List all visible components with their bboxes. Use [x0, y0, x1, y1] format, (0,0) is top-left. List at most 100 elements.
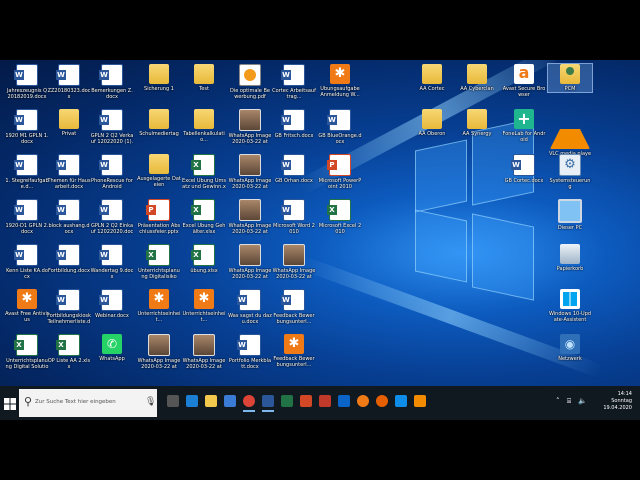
desktop-icon[interactable]: Wandertag 9.docx: [90, 244, 134, 280]
desktop-icon[interactable]: Avast Secure Browser: [502, 64, 546, 98]
desktop-icon[interactable]: Microsoft Excel 2010: [318, 199, 362, 235]
word-file-icon: [99, 199, 123, 221]
taskbar-excel-button[interactable]: [279, 393, 295, 411]
desktop-icon[interactable]: WhatsApp Image 2020-03-22 at 2...: [228, 154, 272, 190]
taskbar-teamviewer-button[interactable]: [393, 393, 409, 411]
desktop-icon[interactable]: Jahreszeugnis Q 20182019.docx: [5, 64, 49, 100]
taskbar-firefox-button[interactable]: [374, 393, 390, 411]
taskbar-avast-button[interactable]: [355, 393, 371, 411]
desktop-icon[interactable]: GPLN 2 Q2 Verkauf 12022020 (1).docx: [90, 109, 134, 145]
word-file-icon: [99, 109, 123, 131]
desktop-icon[interactable]: Ausgelagerte Dateien: [137, 154, 181, 188]
desktop-icon[interactable]: Tabellenkalkulatio...: [182, 109, 226, 143]
show-hidden-icons-chevron-icon[interactable]: ˄: [556, 397, 560, 405]
taskbar-word-button[interactable]: [260, 393, 276, 412]
desktop-icon[interactable]: ZZ20180323.docx: [47, 64, 91, 100]
desktop-icon[interactable]: WhatsApp Image 2020-03-22 at 2...: [137, 334, 181, 370]
desktop-icon[interactable]: Themen für Hausarbeit.docx: [47, 154, 91, 190]
desktop-icon[interactable]: Privat: [47, 109, 91, 137]
taskbar-edge-button[interactable]: [184, 393, 200, 411]
desktop-icon[interactable]: FoneLab for Android: [502, 109, 546, 143]
desktop-icon[interactable]: Bemerkungen Z.docx: [90, 64, 134, 100]
desktop-icon[interactable]: Webinar.docx: [90, 289, 134, 319]
desktop-icon[interactable]: Portfolio Merkblatt.docx: [228, 334, 272, 370]
desktop-icon[interactable]: AA Synergy: [455, 109, 499, 137]
network-icon[interactable]: ⌸: [567, 397, 571, 406]
desktop-icon[interactable]: WhatsApp Image 2020-03-22 at 2...: [228, 199, 272, 235]
desktop-icon[interactable]: Systemsteuerung: [548, 154, 592, 190]
desktop-icon[interactable]: 1920 M1 GPLN 1.docx: [5, 109, 49, 145]
windows-logo-icon: [4, 398, 16, 410]
desktop-icon[interactable]: PCM: [547, 63, 593, 93]
desktop-icon[interactable]: AA Cyberclan: [455, 64, 499, 92]
desktop-icon[interactable]: AA Cortec: [410, 64, 454, 92]
desktop-icon[interactable]: 1920-D1 GPLN 2.docx: [5, 199, 49, 235]
desktop-icon[interactable]: Netzwerk: [548, 334, 592, 362]
desktop-icon[interactable]: GPLN 2 Q2 Einkauf 12022020.docx: [90, 199, 134, 235]
desktop-icon[interactable]: GB Cortec.docx: [502, 154, 546, 184]
taskbar-mail-button[interactable]: [336, 393, 352, 411]
desktop-icon-label: Die optimale Bewerbung.pdf: [230, 88, 270, 100]
taskbar-powerpoint-button[interactable]: [298, 393, 314, 411]
desktop-icon[interactable]: Dieser PC: [548, 199, 592, 231]
desktop-icon[interactable]: Unterrichtsplanung Digital Solutio: [5, 334, 49, 370]
desktop-icon[interactable]: übung.xlsx: [182, 244, 226, 274]
desktop-icon[interactable]: Präsentation Abschlussfeier.pptx: [137, 199, 181, 235]
microphone-icon[interactable]: 🎙: [145, 397, 156, 407]
taskbar-store-button[interactable]: [222, 393, 238, 411]
folder-file-icon: [194, 109, 214, 129]
desktop-icon[interactable]: GB Fritsch.docx: [272, 109, 316, 139]
start-button[interactable]: [4, 395, 18, 410]
desktop-icon[interactable]: Excel Übung Umsatz und Gewinn.xlsx: [182, 154, 226, 190]
word-file-icon: [281, 154, 305, 176]
desktop-icon[interactable]: Avast Free Antivirus: [5, 289, 49, 323]
desktop-icon[interactable]: WhatsApp Image 2020-03-22 at 2...: [272, 244, 316, 280]
volume-icon[interactable]: 🔈: [578, 397, 587, 405]
desktop-icon[interactable]: OP Liste AA 2.xlsx: [47, 334, 91, 370]
desktop-icon[interactable]: Microsoft PowerPoint 2010: [318, 154, 362, 190]
search-input[interactable]: ⚲ Zur Suche Text hier eingeben 🎙: [19, 389, 157, 417]
desktop-icon[interactable]: Excel Übung Gehälter.xlsx: [182, 199, 226, 235]
desktop-icon[interactable]: WhatsApp Image 2020-03-22 at 2...: [228, 244, 272, 280]
desktop-icon[interactable]: Kenn Liste KA.docx: [5, 244, 49, 280]
taskbar-task-view-button[interactable]: [165, 393, 181, 411]
desktop-icon[interactable]: WhatsApp: [90, 334, 134, 362]
desktop-icon[interactable]: 1. Stegreifaufgabe.d...: [5, 154, 49, 190]
excel-file-icon: [191, 154, 215, 176]
taskbar-chrome-button[interactable]: [241, 393, 257, 412]
folder-file-icon: [149, 109, 169, 129]
desktop-icon[interactable]: Windows 10-Update-Assistent: [548, 289, 592, 323]
desktop-icon-label: AA Synergy: [462, 131, 492, 137]
desktop-icon[interactable]: Test: [182, 64, 226, 92]
desktop-icon[interactable]: Übungsaufgabe Anmeldung W...: [318, 64, 362, 98]
desktop-icon[interactable]: Schulmediertag: [137, 109, 181, 137]
desktop-icon[interactable]: WhatsApp Image 2020-03-22 at 2...: [182, 334, 226, 370]
desktop-icon[interactable]: Microsoft Word 2010: [272, 199, 316, 235]
desktop-icon[interactable]: Unterrichtsplanung Digitalisiko: [137, 244, 181, 280]
desktop-icon[interactable]: Papierkorb: [548, 244, 592, 272]
desktop-icon[interactable]: Sicherung 1: [137, 64, 181, 92]
desktop-icon[interactable]: GB Orhan.docx: [272, 154, 316, 184]
desktop-icon[interactable]: PhoneRescue for Android: [90, 154, 134, 190]
desktop-icon[interactable]: Feedback Bewerbungsunterl...: [272, 289, 316, 325]
desktop-icon[interactable]: AA Oberon: [410, 109, 454, 137]
desktop-icon[interactable]: Unterrichtseinheit...: [182, 289, 226, 323]
desktop-icon[interactable]: Cortec Arbeitsauftrag...: [272, 64, 316, 100]
desktop-icon[interactable]: Fortbildung.docx: [47, 244, 91, 274]
taskbar-explorer-button[interactable]: [203, 393, 219, 411]
desktop-icon-label: Webinar.docx: [95, 313, 129, 319]
desktop-icon[interactable]: Unterrichtseinheit...: [137, 289, 181, 323]
desktop-icon[interactable]: Was sagst du dazu.docx: [228, 289, 272, 325]
desktop-icon[interactable]: GB BlueOrange.docx: [318, 109, 362, 145]
desktop-icon[interactable]: Fortbildungskiosk Teilnehmerliste.docx: [47, 289, 91, 325]
desktop-icon[interactable]: Die optimale Bewerbung.pdf: [228, 64, 272, 100]
taskbar-pdf-reader-button[interactable]: [317, 393, 333, 411]
avast-file-icon: [17, 289, 37, 309]
desktop-icon[interactable]: WhatsApp Image 2020-03-22 at 2...: [228, 109, 272, 145]
desktop-icon-label: WhatsApp Image 2020-03-22 at 2...: [228, 268, 272, 280]
desktop-icon[interactable]: Feedback Bewerbungsunterl...: [272, 334, 316, 368]
desktop-icon[interactable]: block aushang.docx: [47, 199, 91, 235]
taskbar-vlc-button[interactable]: [412, 393, 428, 411]
search-icon: ⚲: [24, 395, 33, 408]
clock[interactable]: 14:14 Sonntag 19.04.2020: [603, 391, 632, 412]
